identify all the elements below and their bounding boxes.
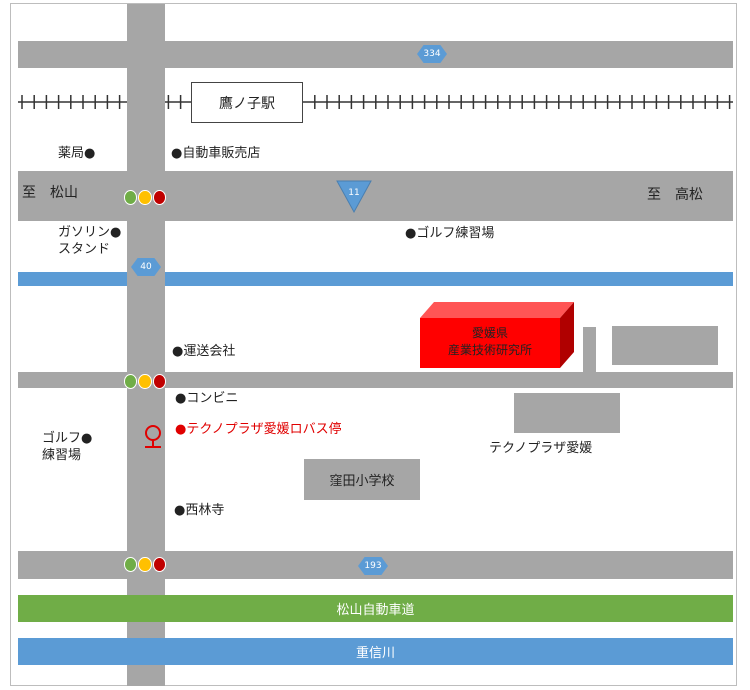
gas-station-line1: ガソリン● <box>58 225 122 240</box>
research-institute-label: 愛媛県 産業技術研究所 <box>420 325 560 359</box>
research-institute-building <box>420 302 574 368</box>
golf-range-west-line1: ゴルフ● <box>42 431 93 446</box>
temple-label: ●西林寺 <box>174 503 225 518</box>
pharmacy-label: 薬局● <box>58 146 96 161</box>
bus-stop-label: ●テクノプラザ愛媛ロバス停 <box>175 422 342 437</box>
golf-range-north-label: ●ゴルフ練習場 <box>405 226 495 241</box>
gas-station-label: ガソリン● スタンド <box>58 224 121 258</box>
golf-range-west-label: ゴルフ● 練習場 <box>42 430 92 464</box>
direction-takamatsu: 至 高松 <box>647 187 703 203</box>
research-institute-line2: 産業技術研究所 <box>447 343 532 357</box>
direction-matsuyama: 至 松山 <box>22 185 78 201</box>
gas-station-line2: スタンド <box>58 242 111 257</box>
convenience-store-label: ●コンビニ <box>175 391 239 406</box>
techno-plaza-label: テクノプラザ愛媛 <box>489 441 593 456</box>
car-dealer-label: ●自動車販売店 <box>171 146 261 161</box>
research-institute-line1: 愛媛県 <box>471 326 508 340</box>
transport-company-label: ●運送会社 <box>172 344 236 359</box>
golf-range-west-line2: 練習場 <box>42 448 82 463</box>
